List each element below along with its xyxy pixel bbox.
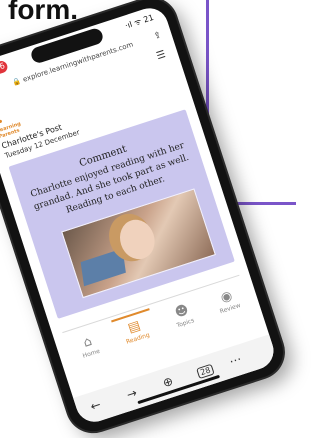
status-icons: ‧ıl ᯤ 21 — [123, 12, 155, 31]
new-tab-icon[interactable]: ⊕ — [161, 374, 175, 390]
hamburger-menu-icon[interactable]: ☰ — [155, 49, 167, 62]
share-icon[interactable]: ⇪ — [152, 27, 164, 45]
photo-book — [80, 248, 126, 287]
home-indicator — [137, 374, 221, 405]
tab-reading[interactable]: ▤ Reading — [106, 307, 163, 350]
tab-review[interactable]: ◉ Review — [199, 277, 256, 320]
slide-text: form. — [8, 0, 78, 25]
more-icon[interactable]: ⋯ — [228, 352, 244, 369]
back-icon[interactable]: ← — [89, 397, 103, 413]
forward-icon[interactable]: → — [125, 386, 139, 402]
